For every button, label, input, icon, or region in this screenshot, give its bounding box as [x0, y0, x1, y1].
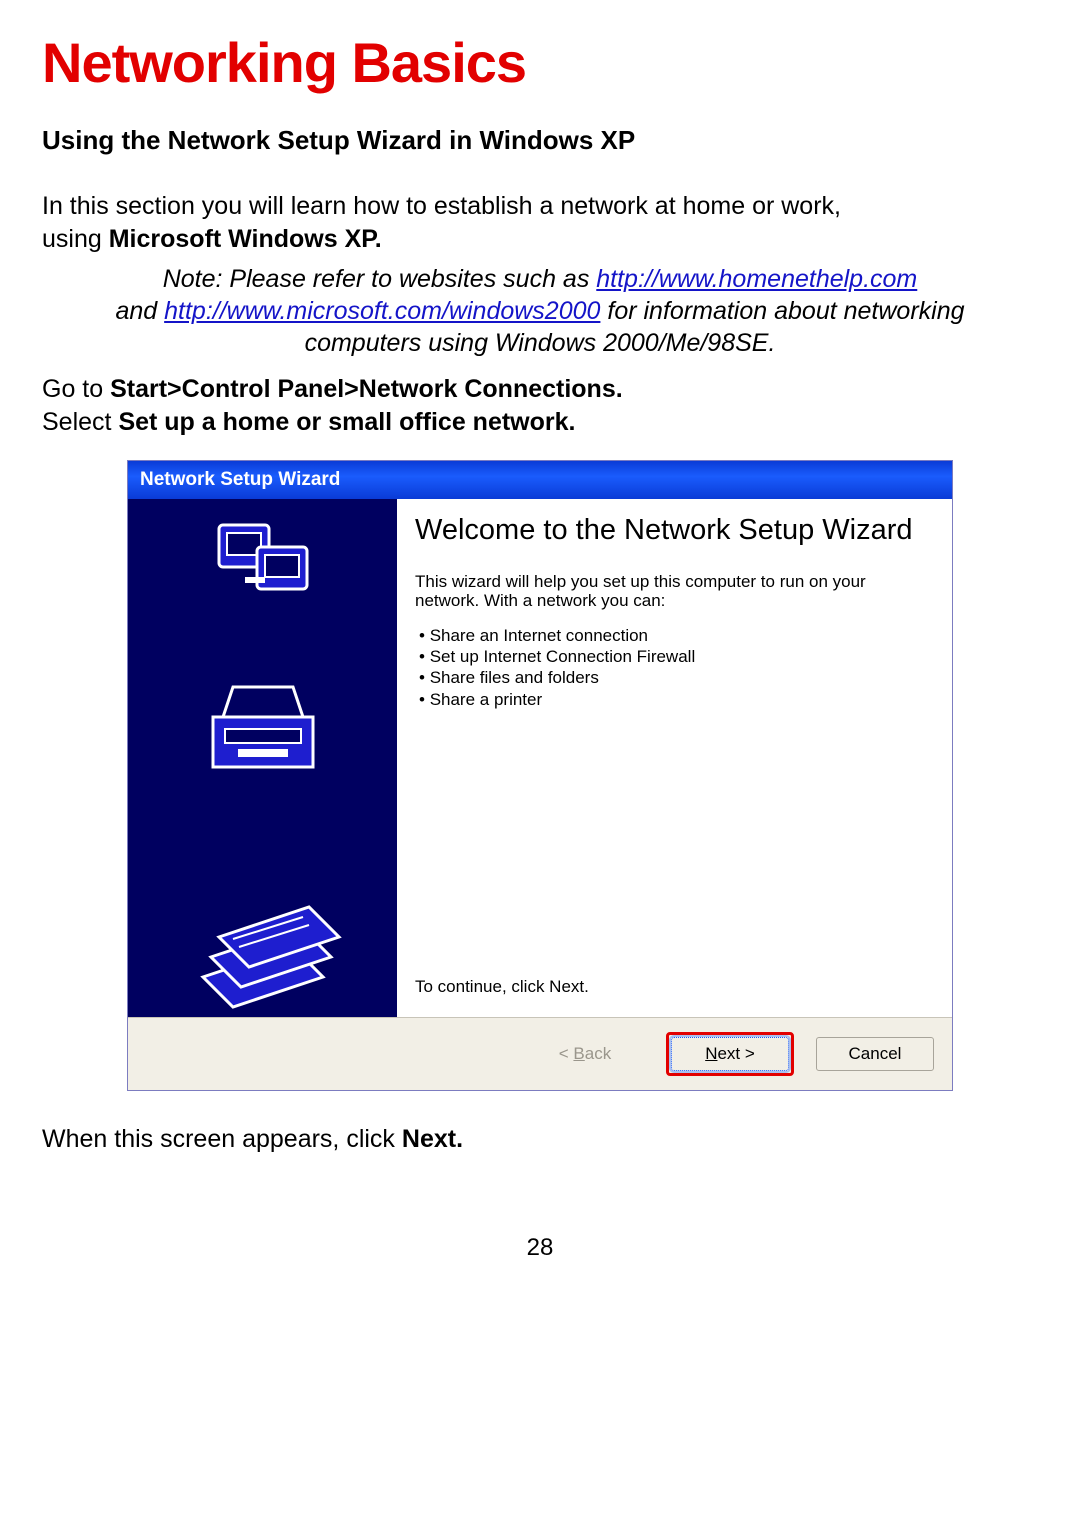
back-button: < Back [526, 1037, 644, 1071]
note-tail: computers using Windows 2000/Me/98SE. [305, 329, 776, 357]
instr2b: Set up a home or small office network. [118, 408, 575, 436]
page-number: 28 [42, 1234, 1038, 1262]
wizard-window: Network Setup Wizard [127, 460, 953, 1091]
wizard-continue: To continue, click Next. [415, 977, 934, 1007]
intro-line-2a: using [42, 225, 109, 253]
note-link-1[interactable]: http://www.homenethelp.com [596, 265, 917, 293]
instr1b: Start>Control Panel>Network Connections. [110, 375, 623, 403]
intro-paragraph: In this section you will learn how to es… [42, 190, 1038, 255]
note-mid2: for information about networking [600, 297, 964, 325]
wizard-bullet: Set up Internet Connection Firewall [419, 646, 934, 667]
wizard-titlebar: Network Setup Wizard [128, 461, 952, 499]
wizard-bullet-list: Share an Internet connection Set up Inte… [415, 625, 934, 710]
computers-icon [213, 517, 313, 607]
wizard-main: Welcome to the Network Setup Wizard This… [397, 499, 952, 1017]
instructions: Go to Start>Control Panel>Network Connec… [42, 373, 1038, 438]
note-link-2[interactable]: http://www.microsoft.com/windows2000 [164, 297, 600, 325]
wizard-heading: Welcome to the Network Setup Wizard [415, 513, 934, 548]
cancel-button[interactable]: Cancel [816, 1037, 934, 1071]
wizard-sidebar [128, 499, 397, 1017]
intro-line-1: In this section you will learn how to es… [42, 192, 841, 220]
instr2a: Select [42, 408, 118, 436]
wizard-button-row: < Back Next > Cancel [128, 1017, 952, 1090]
note-lead: Note: Please refer to websites such as [163, 265, 597, 293]
document-page: Networking Basics Using the Network Setu… [0, 0, 1080, 1282]
wizard-bullet: Share files and folders [419, 667, 934, 688]
next-button-highlight: Next > [666, 1032, 794, 1076]
wizard-bullet: Share a printer [419, 689, 934, 710]
wizard-lead: This wizard will help you set up this co… [415, 572, 934, 611]
wizard-body: Welcome to the Network Setup Wizard This… [128, 499, 952, 1017]
section-subtitle: Using the Network Setup Wizard in Window… [42, 125, 1038, 156]
pages-icon [183, 867, 343, 1017]
page-title: Networking Basics [42, 30, 1038, 95]
instr1a: Go to [42, 375, 110, 403]
note-mid1: and [115, 297, 164, 325]
after2: Next. [402, 1125, 463, 1153]
printer-icon [193, 677, 333, 797]
after1: When this screen appears, click [42, 1125, 402, 1153]
note-paragraph: Note: Please refer to websites such as h… [42, 263, 1038, 359]
after-instruction: When this screen appears, click Next. [42, 1125, 1038, 1154]
next-button[interactable]: Next > [671, 1037, 789, 1071]
wizard-bullet: Share an Internet connection [419, 625, 934, 646]
intro-line-2b: Microsoft Windows XP. [109, 225, 382, 253]
